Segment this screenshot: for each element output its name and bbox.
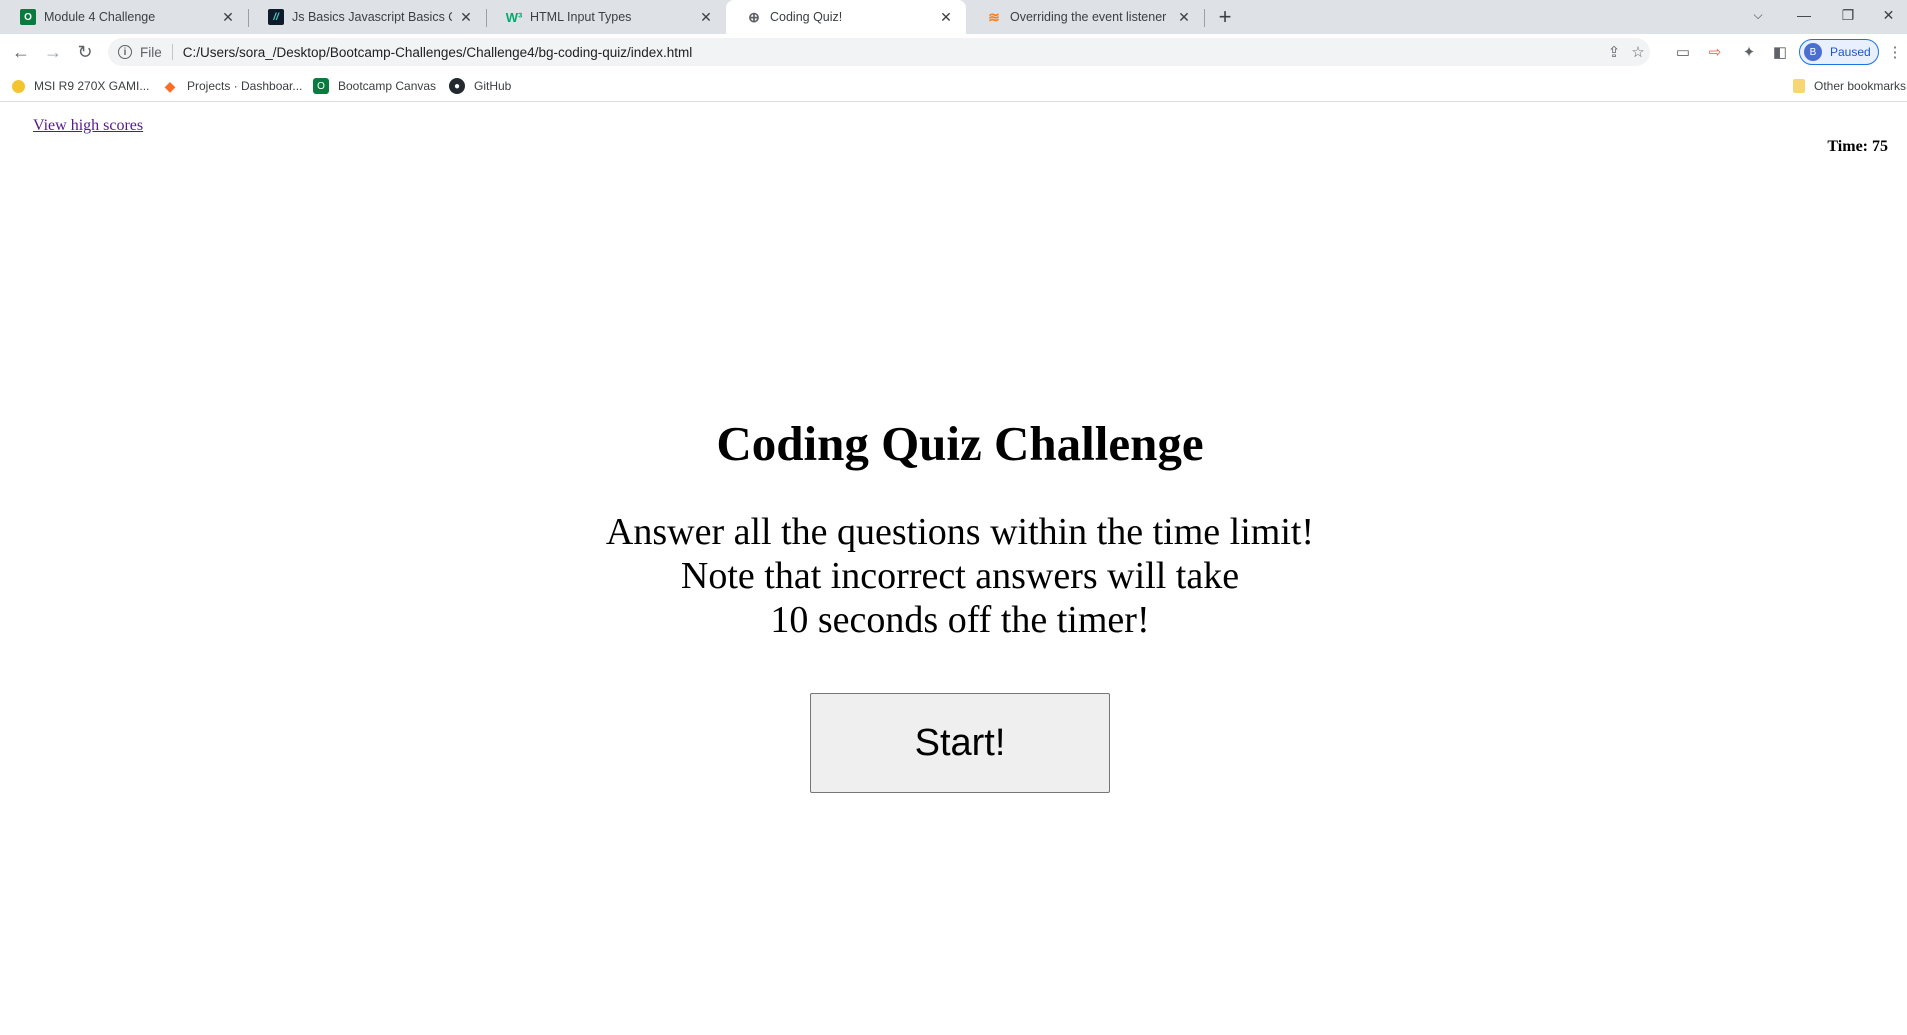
other-bookmarks-label: Other bookmarks [1814, 79, 1907, 93]
tab-title: HTML Input Types [530, 10, 632, 24]
canvas-icon: O [20, 9, 36, 25]
bookmark-label: GitHub [474, 79, 512, 93]
browser-toolbar: ← → ↻ i File C:/Users/sora_/Desktop/Boot… [0, 34, 1907, 70]
tab-title: Js Basics Javascript Basics Quiz - [292, 10, 452, 24]
close-icon[interactable]: ✕ [938, 9, 954, 25]
kebab-menu-icon[interactable]: ⋮ [1887, 42, 1903, 62]
other-bookmarks[interactable]: Other bookmarks [1793, 77, 1906, 95]
page-title: Coding Quiz Challenge [716, 416, 1204, 471]
back-arrow-icon[interactable]: ← [9, 40, 33, 64]
bookmark-label: MSI R9 270X GAMI... [34, 79, 150, 93]
w3schools-icon: W³ [505, 9, 523, 25]
page-content: View high scores Time: 75 Coding Quiz Ch… [0, 102, 1907, 1035]
github-icon: ● [449, 78, 465, 94]
close-window-icon[interactable]: ✕ [1870, 0, 1907, 30]
forward-arrow-icon[interactable]: → [41, 40, 65, 64]
start-button[interactable]: Start! [810, 693, 1110, 793]
tab-search-chevron-icon[interactable]: ⌵ [1736, 0, 1780, 30]
screen-cast-icon[interactable]: ▭ [1673, 42, 1693, 62]
tab-html-input-types[interactable]: W³ HTML Input Types ✕ [486, 0, 726, 34]
bookmark-star-icon[interactable]: ☆ [1630, 44, 1646, 61]
profile-button[interactable]: B Paused [1799, 39, 1879, 65]
gitlab-icon: ◆ [164, 77, 176, 94]
tab-module-4-challenge[interactable]: O Module 4 Challenge ✕ [0, 0, 248, 34]
info-icon[interactable]: i [118, 45, 132, 59]
quiz-timer: Time: 75 [1827, 138, 1888, 155]
instruction-line: Note that incorrect answers will take [680, 555, 1240, 597]
tab-js-basics-quiz[interactable]: // Js Basics Javascript Basics Quiz - ✕ [248, 0, 486, 34]
quiz-instructions: Answer all the questions within the time… [0, 510, 1907, 642]
extensions-puzzle-icon[interactable]: ✦ [1739, 42, 1759, 62]
restore-icon[interactable]: ❐ [1826, 0, 1870, 30]
minimize-icon[interactable]: — [1782, 0, 1826, 30]
close-icon[interactable]: ✕ [1176, 9, 1192, 25]
tab-strip: O Module 4 Challenge ✕ // Js Basics Java… [0, 0, 1907, 34]
bookmark-msi[interactable]: MSI R9 270X GAMI... [12, 77, 149, 95]
bookmark-github[interactable]: ● GitHub [449, 77, 511, 95]
view-high-scores-link[interactable]: View high scores [33, 117, 143, 135]
profile-status: Paused [1830, 45, 1871, 59]
quiz-icon: // [268, 9, 284, 25]
bookmark-bootcamp-canvas[interactable]: O Bootcamp Canvas [313, 77, 436, 95]
tab-title: Overriding the event listener in ja [1010, 10, 1170, 24]
msi-icon [12, 79, 25, 93]
bookmarks-bar: MSI R9 270X GAMI... ◆ Projects · Dashboa… [0, 70, 1907, 102]
canvas-icon: O [313, 78, 329, 94]
side-panel-icon[interactable]: ◧ [1770, 42, 1790, 62]
bookmark-gitlab-projects[interactable]: ◆ Projects · Dashboar... [162, 77, 303, 95]
tab-divider [1204, 9, 1205, 27]
instruction-line: Answer all the questions within the time… [605, 511, 1315, 553]
extension-red-icon[interactable]: ⇨ [1705, 42, 1725, 62]
avatar: B [1804, 43, 1822, 61]
bookmark-label: Bootcamp Canvas [338, 79, 437, 93]
stackoverflow-icon: ≋ [988, 8, 1000, 25]
close-icon[interactable]: ✕ [698, 9, 714, 25]
globe-icon: ⊕ [748, 8, 760, 25]
bookmark-label: Projects · Dashboar... [187, 79, 303, 93]
reload-icon[interactable]: ↻ [73, 40, 97, 64]
tab-overriding-event-listener[interactable]: ≋ Overriding the event listener in ja ✕ [966, 0, 1204, 34]
tab-title: Coding Quiz! [770, 10, 843, 24]
share-icon[interactable]: ⇪ [1606, 44, 1622, 61]
folder-icon [1793, 79, 1805, 93]
omnibox-divider [171, 44, 173, 60]
instruction-line: 10 seconds off the timer! [770, 599, 1150, 641]
new-tab-plus-icon[interactable]: + [1213, 4, 1237, 29]
tab-title: Module 4 Challenge [44, 10, 156, 24]
url-scheme-label: File [140, 44, 162, 60]
close-icon[interactable]: ✕ [220, 9, 236, 25]
address-bar[interactable]: i File C:/Users/sora_/Desktop/Bootcamp-C… [108, 38, 1650, 66]
close-icon[interactable]: ✕ [458, 9, 474, 25]
url-text[interactable]: C:/Users/sora_/Desktop/Bootcamp-Challeng… [183, 45, 693, 60]
tab-coding-quiz[interactable]: ⊕ Coding Quiz! ✕ [726, 0, 966, 34]
